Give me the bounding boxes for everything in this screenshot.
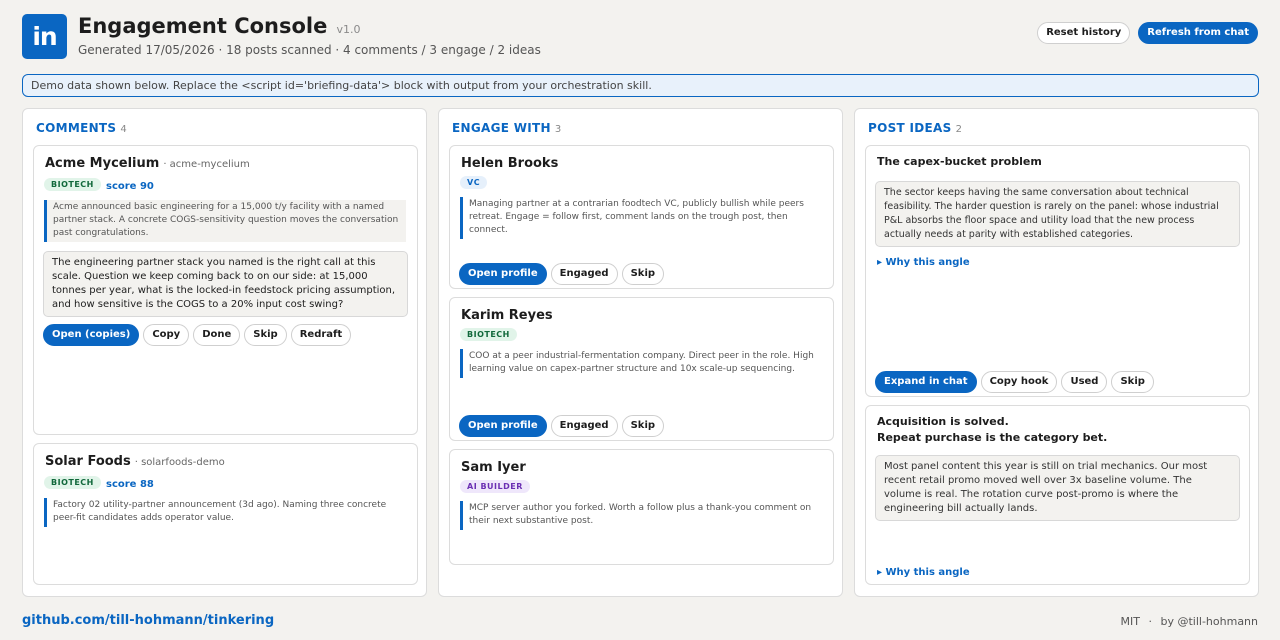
comments-heading-label: COMMENTS <box>36 121 117 135</box>
engage-actions: Open profile Engaged Skip <box>459 263 665 285</box>
engage-column: ENGAGE WITH 3 Helen Brooks VC Managing pa… <box>438 108 843 597</box>
title-block: Engagement Console v1.0 Generated 17/05/… <box>78 14 541 57</box>
comments-heading: COMMENTS 4 <box>36 121 127 135</box>
ideas-heading-label: POST IDEAS <box>868 121 952 135</box>
category-tag: BIOTECH <box>44 178 101 191</box>
reset-history-button[interactable]: Reset history <box>1037 22 1131 44</box>
author-handle: · solarfoods-demo <box>134 457 225 468</box>
person-name: Sam Iyer <box>461 460 526 475</box>
category-tag: BIOTECH <box>44 476 101 489</box>
idea-hook: The sector keeps having the same convers… <box>875 181 1240 247</box>
engage-actions: Open profile Engaged Skip <box>459 415 665 437</box>
license-label: MIT <box>1120 615 1140 628</box>
person-card: Karim Reyes BIOTECH COO at a peer indust… <box>449 297 834 441</box>
open-profile-button[interactable]: Open profile <box>459 415 547 437</box>
person-card: Helen Brooks VC Managing partner at a co… <box>449 145 834 289</box>
draft-comment[interactable]: The engineering partner stack you named … <box>43 251 408 317</box>
why-this-angle-toggle[interactable]: ▸ Why this angle <box>877 567 970 578</box>
why-this-angle-toggle[interactable]: ▸ Why this angle <box>877 257 970 268</box>
ideas-column: POST IDEAS 2 The capex-bucket problem The… <box>854 108 1259 597</box>
demo-banner: Demo data shown below. Replace the <scri… <box>22 74 1259 97</box>
card-author: Acme Mycelium · acme-mycelium <box>45 156 250 171</box>
person-card: Sam Iyer AI BUILDER MCP server author yo… <box>449 449 834 565</box>
idea-title-line: Acquisition is solved. <box>877 415 1009 428</box>
comments-column: COMMENTS 4 Acme Mycelium · acme-mycelium B… <box>22 108 427 597</box>
person-context: COO at a peer industrial-fermentation co… <box>460 349 822 378</box>
idea-title-line: Repeat purchase is the category bet. <box>877 431 1108 444</box>
engaged-button[interactable]: Engaged <box>550 415 618 437</box>
person-name: Helen Brooks <box>461 156 559 171</box>
refresh-from-chat-button[interactable]: Refresh from chat <box>1138 22 1258 44</box>
github-link[interactable]: github.com/till-hohmann/tinkering <box>22 613 274 628</box>
page-title: Engagement Console <box>78 14 328 38</box>
used-button[interactable]: Used <box>1061 371 1108 393</box>
copy-hook-button[interactable]: Copy hook <box>980 371 1058 393</box>
copy-button[interactable]: Copy <box>143 324 190 346</box>
category-tag: AI BUILDER <box>460 480 530 493</box>
comments-count: 4 <box>120 124 128 135</box>
person-context: Managing partner at a contrarian foodtec… <box>460 197 822 239</box>
person-name: Karim Reyes <box>461 308 553 323</box>
author-name: Solar Foods <box>45 454 131 469</box>
author-handle: · acme-mycelium <box>163 159 250 170</box>
header: in Engagement Console v1.0 Generated 17/… <box>22 14 1258 62</box>
skip-button[interactable]: Skip <box>1111 371 1154 393</box>
comment-card: Acme Mycelium · acme-mycelium BIOTECH sco… <box>33 145 418 435</box>
page-subtitle: Generated 17/05/2026 · 18 posts scanned … <box>78 43 541 57</box>
version-label: v1.0 <box>336 23 361 36</box>
post-context: Acme announced basic engineering for a 1… <box>44 200 406 242</box>
expand-in-chat-button[interactable]: Expand in chat <box>875 371 977 393</box>
idea-title: The capex-bucket problem <box>877 155 1042 168</box>
ideas-count: 2 <box>955 124 963 135</box>
category-tag: VC <box>460 176 488 189</box>
redraft-button[interactable]: Redraft <box>290 324 352 346</box>
open-copies-button[interactable]: Open (copies) <box>43 324 140 346</box>
person-context: MCP server author you forked. Worth a fo… <box>460 501 822 530</box>
idea-actions: Expand in chat Copy hook Used Skip <box>875 371 1154 393</box>
comment-card: Solar Foods · solarfoods-demo BIOTECH sco… <box>33 443 418 585</box>
idea-card: Acquisition is solved. Repeat purchase i… <box>865 405 1250 585</box>
category-tag: BIOTECH <box>460 328 517 341</box>
author-link[interactable]: by @till-hohmann <box>1160 615 1258 628</box>
engage-heading: ENGAGE WITH 3 <box>452 121 562 135</box>
header-actions: Reset history Refresh from chat <box>1037 22 1258 44</box>
idea-title: Acquisition is solved. Repeat purchase i… <box>877 414 1107 446</box>
score-label: score 90 <box>106 181 154 192</box>
post-context: Factory 02 utility-partner announcement … <box>44 498 406 527</box>
engaged-button[interactable]: Engaged <box>550 263 618 285</box>
ideas-heading: POST IDEAS 2 <box>868 121 962 135</box>
skip-button[interactable]: Skip <box>244 324 287 346</box>
idea-card: The capex-bucket problem The sector keep… <box>865 145 1250 397</box>
skip-button[interactable]: Skip <box>621 263 665 285</box>
card-author: Solar Foods · solarfoods-demo <box>45 454 225 469</box>
engage-heading-label: ENGAGE WITH <box>452 121 551 135</box>
skip-button[interactable]: Skip <box>621 415 665 437</box>
open-profile-button[interactable]: Open profile <box>459 263 547 285</box>
footer-credits: MIT · by @till-hohmann <box>1121 615 1258 628</box>
comment-actions: Open (copies) Copy Done Skip Redraft <box>43 324 352 346</box>
done-button[interactable]: Done <box>193 324 241 346</box>
footer-separator: · <box>1148 615 1152 628</box>
engage-count: 3 <box>554 124 562 135</box>
idea-hook: Most panel content this year is still on… <box>875 455 1240 521</box>
score-label: score 88 <box>106 479 154 490</box>
linkedin-logo: in <box>22 14 67 59</box>
author-name: Acme Mycelium <box>45 156 160 171</box>
